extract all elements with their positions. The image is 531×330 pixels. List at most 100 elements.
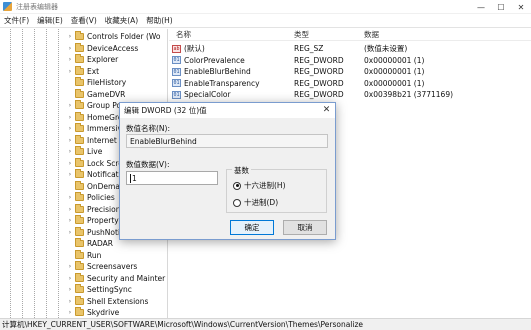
tree-item[interactable]: › Policies [66, 192, 115, 203]
menu-view[interactable]: 查看(V) [67, 15, 101, 26]
value-data-text: 1 [132, 173, 137, 183]
expand-arrow-icon[interactable]: › [66, 68, 74, 75]
tree-item[interactable]: › SettingSync [66, 284, 132, 295]
folder-icon [75, 88, 84, 98]
expand-arrow-icon[interactable]: › [66, 206, 74, 213]
expand-arrow-icon[interactable]: › [66, 102, 74, 109]
value-name: EnableTransparency [184, 78, 260, 88]
maximize-button[interactable]: ☐ [491, 0, 511, 14]
base-groupbox-title: 基数 [232, 165, 251, 176]
menu-favorites[interactable]: 收藏夹(A) [101, 15, 142, 26]
expand-arrow-icon[interactable]: › [66, 45, 74, 52]
radio-hexadecimal[interactable]: 十六进制(H) [233, 180, 286, 191]
tree-item[interactable]: › Explorer [66, 54, 118, 65]
tree-item[interactable]: › Group Po [66, 100, 121, 111]
tree-item[interactable]: › Screensavers [66, 261, 137, 272]
tree-item-label: Precision [87, 204, 121, 214]
tree-item[interactable]: Run [66, 249, 101, 261]
expand-arrow-icon[interactable]: › [66, 298, 74, 305]
dialog-close-button[interactable]: ✕ [321, 105, 332, 116]
tree-item[interactable]: › HomeGro [66, 111, 123, 123]
value-data: 0x00000001 (1) [364, 55, 425, 65]
expand-arrow-icon[interactable]: › [66, 229, 74, 236]
value-name-field[interactable]: EnableBlurBehind [126, 134, 328, 148]
expand-arrow-icon[interactable]: › [66, 286, 74, 293]
cancel-button[interactable]: 取消 [283, 220, 327, 235]
folder-icon [75, 123, 84, 132]
value-row[interactable]: 01 EnableBlurBehind REG_DWORD 0x00000001 (1… [169, 66, 531, 77]
folder-icon [75, 146, 84, 155]
tree-item-label: Group Po [87, 101, 122, 110]
value-type: REG_SZ [294, 44, 324, 53]
expand-arrow-icon[interactable]: › [66, 194, 74, 201]
menu-edit[interactable]: 编辑(E) [33, 15, 67, 26]
radio-unselected-icon[interactable] [233, 198, 241, 207]
tree-item[interactable]: OnDema [66, 180, 120, 192]
menu-file[interactable]: 文件(F) [0, 15, 33, 26]
tree-item-label: Lock Scre [87, 158, 123, 168]
dialog-body: 数值名称(N): EnableBlurBehind 数值数据(V): 1 基数 … [120, 118, 335, 239]
column-headers: 名称 类型 数据 [169, 29, 531, 41]
dword-value-icon: 01 [172, 90, 181, 99]
expand-arrow-icon[interactable]: › [66, 137, 74, 144]
tree-item[interactable]: › Precision [66, 203, 121, 215]
edit-dword-dialog: 编辑 DWORD (32 位)值 ✕ 数值名称(N): EnableBlurBe… [119, 102, 336, 240]
column-header-type[interactable]: 类型 [294, 29, 309, 40]
tree-item[interactable]: › DeviceAccess [66, 42, 138, 54]
tree-item[interactable]: › Lock Scre [66, 157, 123, 169]
tree-item-label: Skydrive [87, 308, 120, 317]
tree-item[interactable]: GameDVR [66, 88, 125, 100]
column-header-name[interactable]: 名称 [176, 29, 191, 40]
tree-item[interactable]: › PushNoti [66, 226, 120, 238]
folder-icon [75, 307, 84, 316]
minimize-button[interactable]: — [471, 0, 491, 14]
value-row[interactable]: 01 ColorPrevalence REG_DWORD 0x00000001 (1) [169, 55, 531, 66]
expand-arrow-icon[interactable]: › [66, 160, 74, 167]
value-data-input[interactable]: 1 [126, 171, 218, 185]
expand-arrow-icon[interactable]: › [66, 171, 74, 178]
column-header-data[interactable]: 数据 [364, 29, 379, 40]
expand-arrow-icon[interactable]: › [66, 33, 74, 40]
expand-arrow-icon[interactable]: › [66, 263, 74, 270]
string-value-icon: ab [172, 44, 181, 53]
tree-item[interactable]: › Controls Folder (Wo [66, 31, 160, 42]
tree-item[interactable]: › Immersiv [66, 123, 122, 134]
tree-item-label: HomeGro [87, 112, 123, 122]
window-title: 注册表编辑器 [16, 2, 58, 11]
expand-arrow-icon[interactable]: › [66, 309, 74, 316]
tree-item[interactable]: › Security and Mainter [66, 272, 165, 284]
radio-decimal[interactable]: 十进制(D) [233, 197, 278, 208]
tree-item[interactable]: › PropertyS [66, 215, 124, 226]
tree-item-label: RADAR [87, 239, 114, 248]
value-row[interactable]: 01 SpecialColor REG_DWORD 0x00398b21 (37711… [169, 89, 531, 100]
value-row[interactable]: 01 EnableTransparency REG_DWORD 0x00000001 … [169, 78, 531, 89]
ok-button[interactable]: 确定 [230, 220, 274, 235]
folder-icon [75, 215, 84, 224]
menu-help[interactable]: 帮助(H) [142, 15, 177, 26]
expand-arrow-icon[interactable]: › [66, 275, 74, 282]
value-row[interactable]: ab (默认) REG_SZ (数值未设置) [169, 43, 531, 54]
radio-decimal-label: 十进制(D) [244, 198, 279, 207]
expand-arrow-icon[interactable]: › [66, 125, 74, 132]
close-button[interactable]: ✕ [511, 0, 531, 14]
tree-item-label: Live [87, 147, 103, 156]
expand-arrow-icon[interactable]: › [66, 114, 74, 121]
radio-selected-icon[interactable] [233, 181, 241, 190]
tree-item[interactable]: › Shell Extensions [66, 295, 148, 307]
tree-item[interactable]: › Skydrive [66, 307, 119, 318]
expand-arrow-icon[interactable]: › [66, 217, 74, 224]
tree-item[interactable]: › Internet S [66, 134, 124, 146]
tree-item[interactable]: FileHistory [66, 77, 126, 88]
tree-item[interactable]: › Live [66, 146, 102, 157]
dialog-title-bar[interactable]: 编辑 DWORD (32 位)值 ✕ [120, 103, 335, 118]
folder-icon [75, 100, 84, 109]
radio-hexadecimal-label: 十六进制(H) [244, 181, 286, 190]
folder-icon [75, 169, 84, 178]
expand-arrow-icon[interactable]: › [66, 56, 74, 63]
tree-item[interactable]: › Ext [66, 65, 99, 77]
tree-guide-line [46, 29, 47, 318]
folder-icon [75, 111, 84, 121]
expand-arrow-icon[interactable]: › [66, 148, 74, 155]
tree-item[interactable]: › Notificati [66, 169, 121, 180]
tree-item[interactable]: RADAR [66, 238, 113, 249]
